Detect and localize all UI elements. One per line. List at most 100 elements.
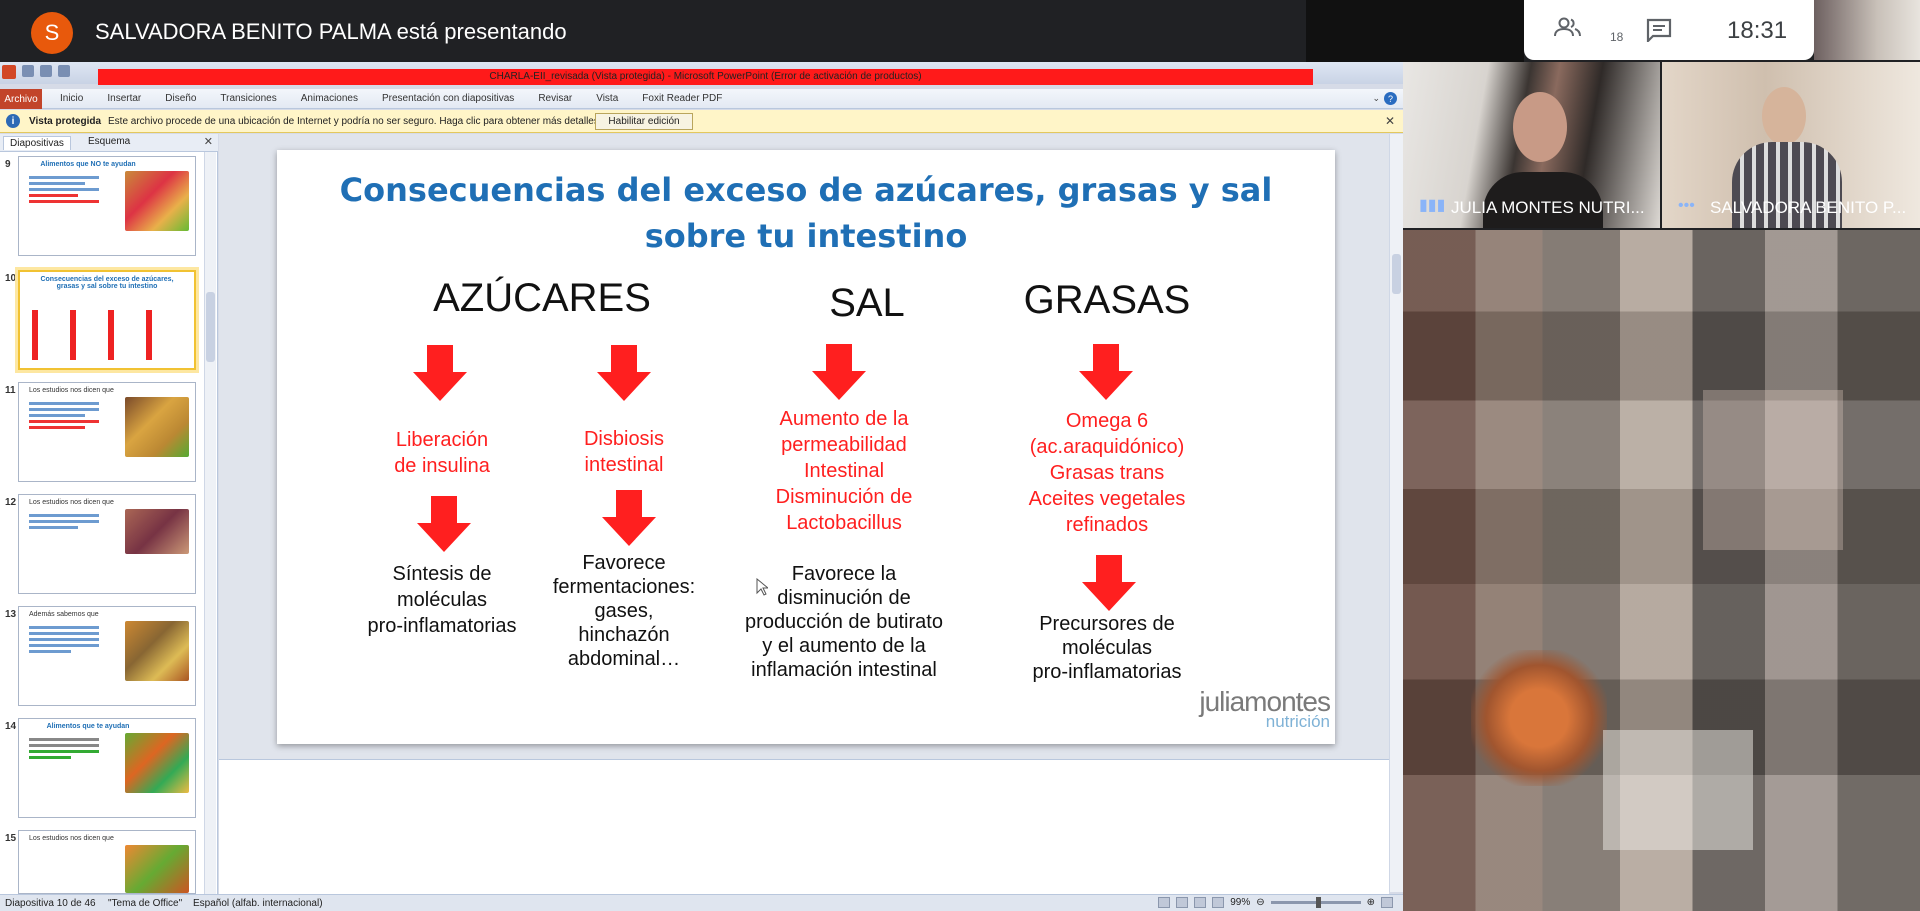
- participants-count: 18: [1610, 30, 1624, 44]
- thumb-title: Los estudios nos dicen que: [29, 499, 114, 506]
- slide-thumbnail-14[interactable]: Alimentos que te ayudan: [18, 718, 196, 818]
- undo-icon[interactable]: [40, 65, 52, 77]
- tab-esquema[interactable]: Esquema: [88, 136, 130, 147]
- heading-sal: SAL: [829, 281, 905, 325]
- slide-thumbnail-11[interactable]: Los estudios nos dicen que: [18, 382, 196, 482]
- more-dots-icon: •••: [1678, 197, 1695, 214]
- ribbon-tabs: Archivo Inicio Insertar Diseño Transicio…: [0, 89, 1403, 109]
- col1-black-text: Síntesis de moléculas pro-inflamatorias: [367, 563, 517, 637]
- window-title-bar: CHARLA-EII_revisada (Vista protegida) - …: [98, 69, 1313, 85]
- thumb-number: 15: [5, 833, 17, 844]
- slide-title-line2: sobre tu intestino: [644, 217, 968, 255]
- normal-view-icon[interactable]: [1158, 897, 1171, 908]
- thumb-number: 11: [5, 385, 16, 396]
- enable-editing-button[interactable]: Habilitar edición: [595, 113, 693, 130]
- slide-title-line1: Consecuencias del exceso de azúcares, gr…: [339, 171, 1273, 209]
- video-tile-salvadora[interactable]: ••• SALVADORA BENITO P...: [1662, 62, 1920, 228]
- panel-close-icon[interactable]: ✕: [204, 135, 213, 148]
- slide-thumbnail-12[interactable]: Los estudios nos dicen que: [18, 494, 196, 594]
- presenting-title: SALVADORA BENITO PALMA está presentando: [95, 19, 567, 44]
- slideshow-icon[interactable]: [1212, 897, 1225, 908]
- slide-canvas[interactable]: Consecuencias del exceso de azúcares, gr…: [277, 150, 1335, 744]
- slide-thumbnail-15[interactable]: Los estudios nos dicen que: [18, 830, 196, 894]
- zoom-slider[interactable]: [1270, 897, 1361, 908]
- tab-presentacion[interactable]: Presentación con diapositivas: [382, 93, 514, 104]
- slide-thumbnail-9[interactable]: Alimentos que NO te ayudan: [18, 156, 196, 256]
- info-icon: i: [6, 114, 20, 128]
- audio-wave-icon: ▮▮▮: [1419, 197, 1446, 214]
- tab-inicio[interactable]: Inicio: [60, 93, 83, 104]
- thumb-image: [125, 397, 189, 457]
- slide-thumbnail-13[interactable]: Además sabemos que: [18, 606, 196, 706]
- thumb-title: Además sabemos que: [29, 611, 99, 618]
- top-dark-panel: [1306, 0, 1524, 62]
- thumb-number: 12: [5, 497, 17, 508]
- participants-button[interactable]: 18: [1554, 16, 1623, 46]
- down-arrow-icon: [812, 344, 866, 400]
- thumb-title: Alimentos que NO te ayudan: [40, 161, 136, 168]
- ppt-title-bar: CHARLA-EII_revisada (Vista protegida) - …: [0, 62, 1403, 85]
- thumb-image: [125, 509, 189, 554]
- slide-counter: Diapositiva 10 de 46: [5, 898, 96, 909]
- presenter-avatar: S: [31, 12, 73, 54]
- redo-icon[interactable]: [58, 65, 70, 77]
- tab-diseno[interactable]: Diseño: [165, 93, 196, 104]
- reading-view-icon[interactable]: [1194, 897, 1207, 908]
- chat-button[interactable]: [1646, 18, 1672, 47]
- heading-grasas: GRASAS: [1023, 278, 1191, 322]
- sorter-view-icon[interactable]: [1176, 897, 1189, 908]
- tab-vista[interactable]: Vista: [596, 93, 618, 104]
- tab-foxit[interactable]: Foxit Reader PDF: [642, 93, 722, 104]
- zoom-out-icon[interactable]: ⊖: [1256, 897, 1264, 908]
- heading-azucares: AZÚCARES: [433, 276, 651, 320]
- status-bar: Diapositiva 10 de 46 "Tema de Office" Es…: [0, 894, 1403, 911]
- zoom-in-icon[interactable]: ⊕: [1367, 897, 1375, 908]
- thumb-number: 14: [5, 721, 17, 732]
- down-arrow-icon: [413, 345, 467, 401]
- col1-red-text: Liberación de insulina: [394, 429, 490, 477]
- chat-icon: [1646, 18, 1672, 44]
- thumb-image: [125, 621, 189, 681]
- participant-name: JULIA MONTES NUTRI...: [1451, 198, 1645, 217]
- tab-revisar[interactable]: Revisar: [538, 93, 572, 104]
- powerpoint-logo-icon: [2, 65, 16, 79]
- col2-red-text: Disbiosis intestinal: [583, 428, 665, 476]
- fit-window-icon[interactable]: [1381, 897, 1393, 908]
- main-participant-video[interactable]: [1403, 230, 1920, 911]
- thumb-number: 10: [5, 273, 17, 284]
- protected-view-label: Vista protegida: [29, 116, 102, 127]
- col4-red-text: Omega 6 (ac.araquidónico) Grasas trans Acei…: [1028, 410, 1186, 536]
- slide-thumbnail-10[interactable]: Consecuencias del exceso de azúcares, gr…: [15, 267, 199, 373]
- thumb-image: [125, 845, 189, 893]
- thumb-image: [125, 733, 189, 793]
- protected-view-message[interactable]: Este archivo procede de una ubicación de…: [108, 116, 602, 127]
- tab-archivo[interactable]: Archivo: [0, 89, 42, 109]
- thumb-title: Los estudios nos dicen que: [29, 387, 114, 394]
- meet-controls-panel: 18 18:31: [1524, 0, 1814, 60]
- tab-diapositivas[interactable]: Diapositivas: [3, 136, 71, 150]
- thumb-title: Alimentos que te ayudan: [46, 723, 130, 730]
- meet-top-bar: S SALVADORA BENITO PALMA está presentand…: [0, 0, 1920, 62]
- save-icon[interactable]: [22, 65, 34, 77]
- participant-name: SALVADORA BENITO P...: [1710, 198, 1907, 217]
- close-icon[interactable]: ✕: [1385, 114, 1395, 128]
- slides-scrollbar[interactable]: [204, 152, 216, 894]
- tab-animaciones[interactable]: Animaciones: [301, 93, 358, 104]
- ribbon-collapse-icon[interactable]: ⌄: [1372, 93, 1380, 104]
- thumb-number: 13: [5, 609, 17, 620]
- notes-pane[interactable]: [219, 759, 1389, 894]
- tab-transiciones[interactable]: Transiciones: [220, 93, 276, 104]
- participants-panel: ▮▮▮ JULIA MONTES NUTRI... ••• SALVADORA …: [1403, 62, 1920, 911]
- tab-insertar[interactable]: Insertar: [107, 93, 141, 104]
- video-tile-julia[interactable]: ▮▮▮ JULIA MONTES NUTRI...: [1403, 62, 1660, 228]
- people-icon: [1554, 17, 1581, 37]
- zoom-level[interactable]: 99%: [1230, 897, 1250, 908]
- self-view-thumbnail[interactable]: [1814, 0, 1920, 60]
- slide-scrollbar[interactable]: [1389, 134, 1403, 892]
- help-icon[interactable]: ?: [1384, 92, 1397, 105]
- col4-black-text: Precursores de moléculas pro-inflamatorias: [1032, 613, 1182, 683]
- language[interactable]: Español (alfab. internacional): [193, 898, 323, 909]
- down-arrow-icon: [1082, 555, 1136, 611]
- col3-black-text: Favorece la disminución de producción de b…: [745, 563, 943, 681]
- slide-title: Consecuencias del exceso de azúcares, gr…: [277, 167, 1335, 259]
